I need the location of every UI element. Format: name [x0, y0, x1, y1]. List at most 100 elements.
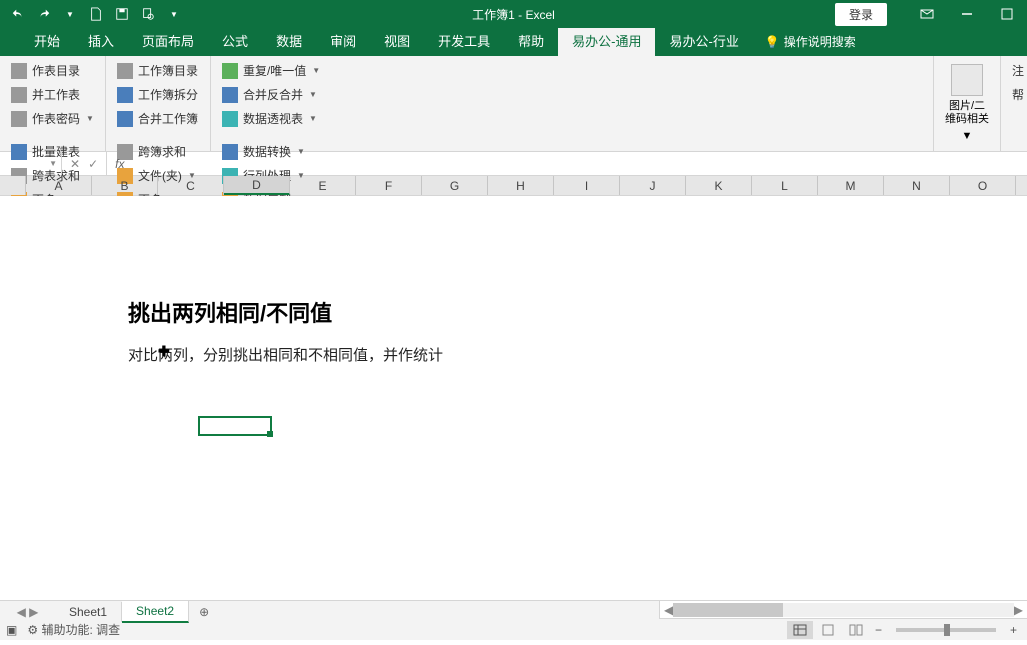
btn-help-edge[interactable]: 帮 [1009, 84, 1027, 105]
ribbon: 作表目录 并工作表 作表密码▼ 批量建表 跨表求和 更多▼ 工作表相关 工作簿目… [0, 56, 1027, 152]
cancel-icon[interactable]: ✕ [70, 157, 80, 171]
chevron-down-icon: ▼ [962, 130, 973, 143]
scrollbar-track[interactable] [673, 603, 1014, 617]
save-icon[interactable] [110, 2, 134, 26]
btn-cell-1-0[interactable]: 数据转换▼ [219, 141, 925, 162]
qat-dropdown[interactable]: ▼ [58, 2, 82, 26]
tell-me-label: 操作说明搜索 [784, 33, 856, 50]
minimize-button[interactable] [947, 0, 987, 28]
btn-note[interactable]: 注 [1009, 60, 1027, 81]
record-macro-icon[interactable]: ▣ [6, 623, 17, 637]
select-all-corner[interactable] [0, 176, 26, 195]
content-title: 挑出两列相同/不同值 [128, 296, 332, 328]
redo-button[interactable] [32, 2, 56, 26]
title-bar: ▼ ▼ 工作簿1 - Excel 登录 [0, 0, 1027, 28]
view-pagelayout-button[interactable] [815, 621, 841, 639]
column-header-D[interactable]: D [224, 176, 290, 195]
fx-icon[interactable]: fx [107, 157, 132, 171]
name-box[interactable]: ▼ [0, 152, 62, 175]
chevron-down-icon: ▼ [309, 90, 317, 99]
cell-tool-icon [222, 144, 238, 160]
ribbon-tabs: 开始 插入 页面布局 公式 数据 审阅 视图 开发工具 帮助 易办公-通用 易办… [0, 28, 1027, 56]
active-cell[interactable] [198, 416, 272, 436]
merge-icon [11, 87, 27, 103]
zoom-slider[interactable] [896, 628, 996, 632]
sheet-tab-2[interactable]: Sheet2 [122, 601, 189, 623]
chevron-down-icon: ▼ [309, 114, 317, 123]
btn-cell-0-0[interactable]: 重复/唯一值▼ [219, 60, 925, 81]
undo-button[interactable] [6, 2, 30, 26]
chevron-down-icon: ▼ [297, 147, 305, 156]
view-pagebreak-button[interactable] [843, 621, 869, 639]
tab-formulas[interactable]: 公式 [208, 25, 262, 56]
view-normal-button[interactable] [787, 621, 813, 639]
column-header-L[interactable]: L [752, 176, 818, 195]
column-header-H[interactable]: H [488, 176, 554, 195]
tab-help[interactable]: 帮助 [504, 25, 558, 56]
print-preview-icon[interactable] [136, 2, 160, 26]
btn-sheet-password[interactable]: 作表密码▼ [8, 108, 97, 129]
tab-insert[interactable]: 插入 [74, 25, 128, 56]
cell-tool-icon [222, 87, 238, 103]
scroll-row: ◀ ▶ Sheet1 Sheet2 ⊕ ◀ ▶ [0, 600, 1027, 618]
tab-pagelayout[interactable]: 页面布局 [128, 25, 208, 56]
zoom-in-button[interactable]: + [1006, 623, 1021, 637]
tell-me-search[interactable]: 💡 操作说明搜索 [753, 27, 868, 56]
btn-workbook-toc[interactable]: 工作簿目录 [114, 60, 202, 81]
ribbon-group-worksheet: 作表目录 并工作表 作表密码▼ 批量建表 跨表求和 更多▼ 工作表相关 [0, 56, 106, 151]
quick-access-toolbar: ▼ ▼ [0, 2, 186, 26]
tab-developer[interactable]: 开发工具 [424, 25, 504, 56]
ribbon-options-button[interactable] [907, 0, 947, 28]
ribbon-group-workbook: 工作簿目录 工作簿拆分 合并工作簿 跨簿求和 文件(夹)▼ 更多▼ 工作簿及文件… [106, 56, 211, 151]
column-header-K[interactable]: K [686, 176, 752, 195]
column-header-A[interactable]: A [26, 176, 92, 195]
column-header-B[interactable]: B [92, 176, 158, 195]
chevron-down-icon: ▼ [312, 66, 320, 75]
ribbon-group-image: 图片/二维码相关 ▼ [934, 56, 1001, 151]
lightbulb-icon: 💡 [765, 35, 780, 49]
qat-more-dropdown[interactable]: ▼ [162, 2, 186, 26]
horizontal-scrollbar[interactable]: ◀ ▶ [659, 601, 1027, 618]
btn-cell-0-1[interactable]: 合并反合并▼ [219, 84, 925, 105]
btn-workbook-split[interactable]: 工作簿拆分 [114, 84, 202, 105]
tab-yibangong-industry[interactable]: 易办公-行业 [655, 25, 752, 56]
login-button[interactable]: 登录 [835, 3, 887, 26]
column-header-J[interactable]: J [620, 176, 686, 195]
btn-sheet-toc[interactable]: 作表目录 [8, 60, 97, 81]
maximize-button[interactable] [987, 0, 1027, 28]
scrollbar-thumb[interactable] [673, 603, 783, 617]
column-header-I[interactable]: I [554, 176, 620, 195]
column-header-E[interactable]: E [290, 176, 356, 195]
sheet-tab-1[interactable]: Sheet1 [55, 602, 122, 622]
scroll-right-icon[interactable]: ▶ [1014, 603, 1023, 617]
tab-yibangong-general[interactable]: 易办公-通用 [558, 25, 655, 56]
tab-home[interactable]: 开始 [20, 25, 74, 56]
chevron-down-icon: ▼ [49, 159, 57, 168]
spreadsheet-grid[interactable]: 挑出两列相同/不同值 对比两列，分别挑出相同和不相同值，并作统计 ✚ [0, 196, 1027, 600]
zoom-out-button[interactable]: − [871, 623, 886, 637]
scroll-left-icon[interactable]: ◀ [664, 603, 673, 617]
column-header-M[interactable]: M [818, 176, 884, 195]
btn-image-qr[interactable]: 图片/二维码相关 ▼ [942, 60, 992, 148]
accessibility-status[interactable]: ⚙ 辅助功能: 调查 [27, 621, 120, 638]
tab-review[interactable]: 审阅 [316, 25, 370, 56]
add-sheet-button[interactable]: ⊕ [189, 605, 219, 619]
sheet-nav[interactable]: ◀ ▶ [0, 605, 55, 619]
btn-merge-workbook[interactable]: 合并工作簿 [114, 108, 202, 129]
tab-view[interactable]: 视图 [370, 25, 424, 56]
formula-buttons: ✕ ✓ [62, 152, 107, 175]
enter-icon[interactable]: ✓ [88, 157, 98, 171]
image-icon [951, 64, 983, 96]
column-header-G[interactable]: G [422, 176, 488, 195]
column-header-C[interactable]: C [158, 176, 224, 195]
tab-data[interactable]: 数据 [262, 25, 316, 56]
column-header-N[interactable]: N [884, 176, 950, 195]
zoom-slider-thumb[interactable] [944, 624, 950, 636]
btn-merge-sheets[interactable]: 并工作表 [8, 84, 97, 105]
column-header-F[interactable]: F [356, 176, 422, 195]
btn-cell-0-2[interactable]: 数据透视表▼ [219, 108, 925, 129]
column-header-O[interactable]: O [950, 176, 1016, 195]
list-icon [117, 63, 133, 79]
window-title: 工作簿1 - Excel [472, 6, 555, 23]
new-file-icon[interactable] [84, 2, 108, 26]
